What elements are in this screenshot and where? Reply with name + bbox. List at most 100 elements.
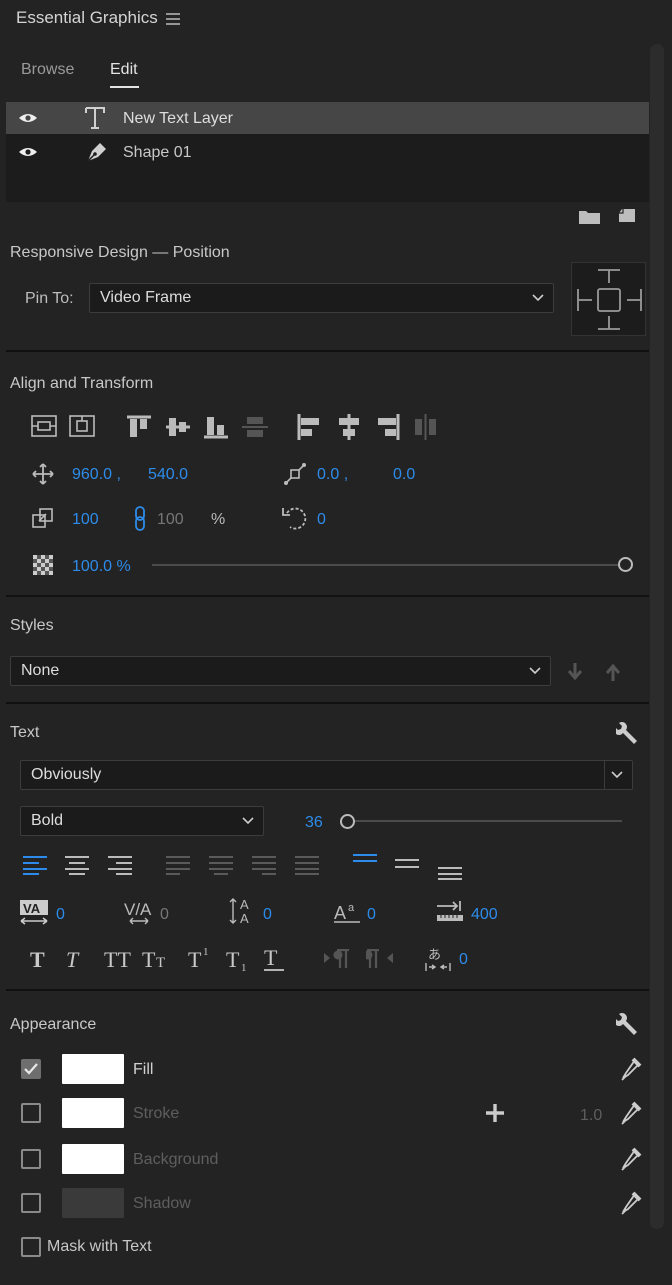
svg-text:T: T: [142, 947, 156, 971]
top-align-text-icon[interactable]: [353, 853, 377, 867]
scrollbar[interactable]: [650, 44, 664, 1229]
align-to-frame-icon[interactable]: [69, 415, 95, 437]
wrench-icon[interactable]: [616, 1013, 638, 1035]
background-color-swatch[interactable]: [62, 1144, 124, 1174]
superscript-icon[interactable]: T1: [188, 945, 214, 971]
faux-italic-icon[interactable]: T: [64, 947, 86, 971]
background-checkbox[interactable]: [21, 1149, 41, 1169]
leading-value[interactable]: 0: [263, 906, 272, 924]
distribute-horizontal-icon[interactable]: [413, 413, 439, 441]
fill-color-swatch[interactable]: [62, 1054, 124, 1084]
justify-last-left-icon[interactable]: [166, 855, 190, 875]
tsume-value[interactable]: 0: [459, 951, 468, 969]
tracking-value[interactable]: 0: [160, 906, 169, 924]
layer-row[interactable]: New Text Layer: [6, 102, 649, 134]
align-text-left-icon[interactable]: [23, 855, 47, 875]
underline-icon[interactable]: T: [263, 945, 285, 973]
anchor-x-value[interactable]: 0.0 ,: [317, 466, 348, 484]
align-text-right-icon[interactable]: [108, 855, 132, 875]
styles-heading: Styles: [10, 617, 54, 634]
new-folder-icon[interactable]: [579, 209, 600, 224]
tab-width-value[interactable]: 400: [471, 906, 498, 924]
layer-row[interactable]: Shape 01: [6, 136, 649, 168]
tab-edit[interactable]: Edit: [110, 61, 138, 79]
align-to-selection-icon[interactable]: [31, 415, 57, 437]
rotation-value[interactable]: 0: [317, 511, 326, 529]
mask-with-text-checkbox[interactable]: [21, 1237, 41, 1257]
align-vertical-center-icon[interactable]: [165, 415, 191, 439]
center-text-icon[interactable]: [65, 855, 89, 875]
align-bottom-icon[interactable]: [203, 415, 229, 439]
anchor-y-value[interactable]: 0.0: [393, 466, 415, 484]
rtl-direction-icon[interactable]: [366, 949, 394, 969]
bottom-align-text-icon[interactable]: [438, 864, 462, 880]
shadow-color-swatch[interactable]: [62, 1188, 124, 1218]
wrench-icon[interactable]: [616, 722, 638, 744]
kerning-value[interactable]: 0: [56, 906, 65, 924]
text-layer-icon: [85, 107, 105, 129]
justify-last-right-icon[interactable]: [252, 855, 276, 875]
layers-list[interactable]: New Text Layer Shape 01: [6, 102, 649, 202]
opacity-slider-track[interactable]: [152, 564, 626, 566]
font-style-value: Bold: [31, 812, 64, 829]
svg-text:1: 1: [203, 946, 209, 958]
layer-name: Shape 01: [123, 144, 192, 161]
new-layer-icon[interactable]: [618, 208, 635, 224]
small-caps-icon[interactable]: TT: [142, 947, 174, 971]
panel-menu-icon[interactable]: [166, 13, 180, 25]
distribute-vertical-icon[interactable]: [241, 415, 269, 439]
svg-text:T: T: [226, 947, 240, 972]
svg-text:あ: あ: [428, 948, 441, 963]
align-horizontal-center-icon[interactable]: [336, 413, 362, 441]
font-size-slider-track[interactable]: [348, 820, 622, 822]
stroke-width-value[interactable]: 1.0: [580, 1107, 602, 1125]
push-style-down-icon[interactable]: [566, 662, 584, 682]
align-left-icon[interactable]: [297, 413, 323, 441]
pin-to-dropdown[interactable]: Video Frame: [89, 283, 554, 313]
eye-icon[interactable]: [18, 146, 38, 158]
center-align-text-icon[interactable]: [395, 857, 419, 871]
eye-icon[interactable]: [18, 112, 38, 124]
subscript-icon[interactable]: T1: [226, 945, 252, 973]
ltr-direction-icon[interactable]: [323, 949, 351, 969]
mask-with-text-label: Mask with Text: [47, 1238, 152, 1255]
shadow-checkbox[interactable]: [21, 1193, 41, 1213]
tab-browse[interactable]: Browse: [21, 61, 74, 79]
chevron-down-icon: [528, 657, 542, 685]
align-top-icon[interactable]: [126, 415, 152, 439]
position-x-value[interactable]: 960.0 ,: [72, 466, 121, 484]
svg-text:A: A: [334, 903, 346, 923]
eyedropper-icon[interactable]: [620, 1101, 642, 1125]
font-size-slider-thumb[interactable]: [340, 814, 355, 829]
stroke-color-swatch[interactable]: [62, 1098, 124, 1128]
scale-width-value[interactable]: 100: [157, 511, 184, 529]
pin-edges-widget[interactable]: [571, 262, 646, 336]
font-dropdown[interactable]: Obviously: [20, 760, 633, 790]
stroke-checkbox[interactable]: [21, 1103, 41, 1123]
position-y-value[interactable]: 540.0: [148, 466, 188, 484]
eyedropper-icon[interactable]: [620, 1147, 642, 1171]
tab-edit-underline: [110, 86, 139, 88]
eyedropper-icon[interactable]: [620, 1057, 642, 1081]
opacity-slider-thumb[interactable]: [618, 557, 633, 572]
font-style-dropdown[interactable]: Bold: [20, 806, 264, 836]
svg-text:VA: VA: [23, 901, 41, 916]
scale-value[interactable]: 100: [72, 511, 99, 529]
link-icon[interactable]: [133, 506, 147, 532]
justify-all-icon[interactable]: [295, 855, 319, 875]
font-value: Obviously: [31, 766, 102, 783]
faux-bold-icon[interactable]: T: [28, 947, 50, 971]
push-style-up-icon[interactable]: [604, 662, 622, 682]
justify-last-center-icon[interactable]: [209, 855, 233, 875]
add-stroke-icon[interactable]: [486, 1104, 504, 1122]
all-caps-icon[interactable]: TT: [104, 947, 136, 971]
baseline-shift-value[interactable]: 0: [367, 906, 376, 924]
fill-checkbox[interactable]: [21, 1059, 41, 1079]
font-size-value[interactable]: 36: [305, 814, 323, 832]
styles-dropdown[interactable]: None: [10, 656, 551, 686]
scale-unit: %: [211, 511, 226, 528]
align-right-icon[interactable]: [374, 413, 400, 441]
svg-text:T: T: [30, 947, 45, 971]
opacity-value[interactable]: 100.0 %: [72, 558, 131, 576]
eyedropper-icon[interactable]: [620, 1191, 642, 1215]
